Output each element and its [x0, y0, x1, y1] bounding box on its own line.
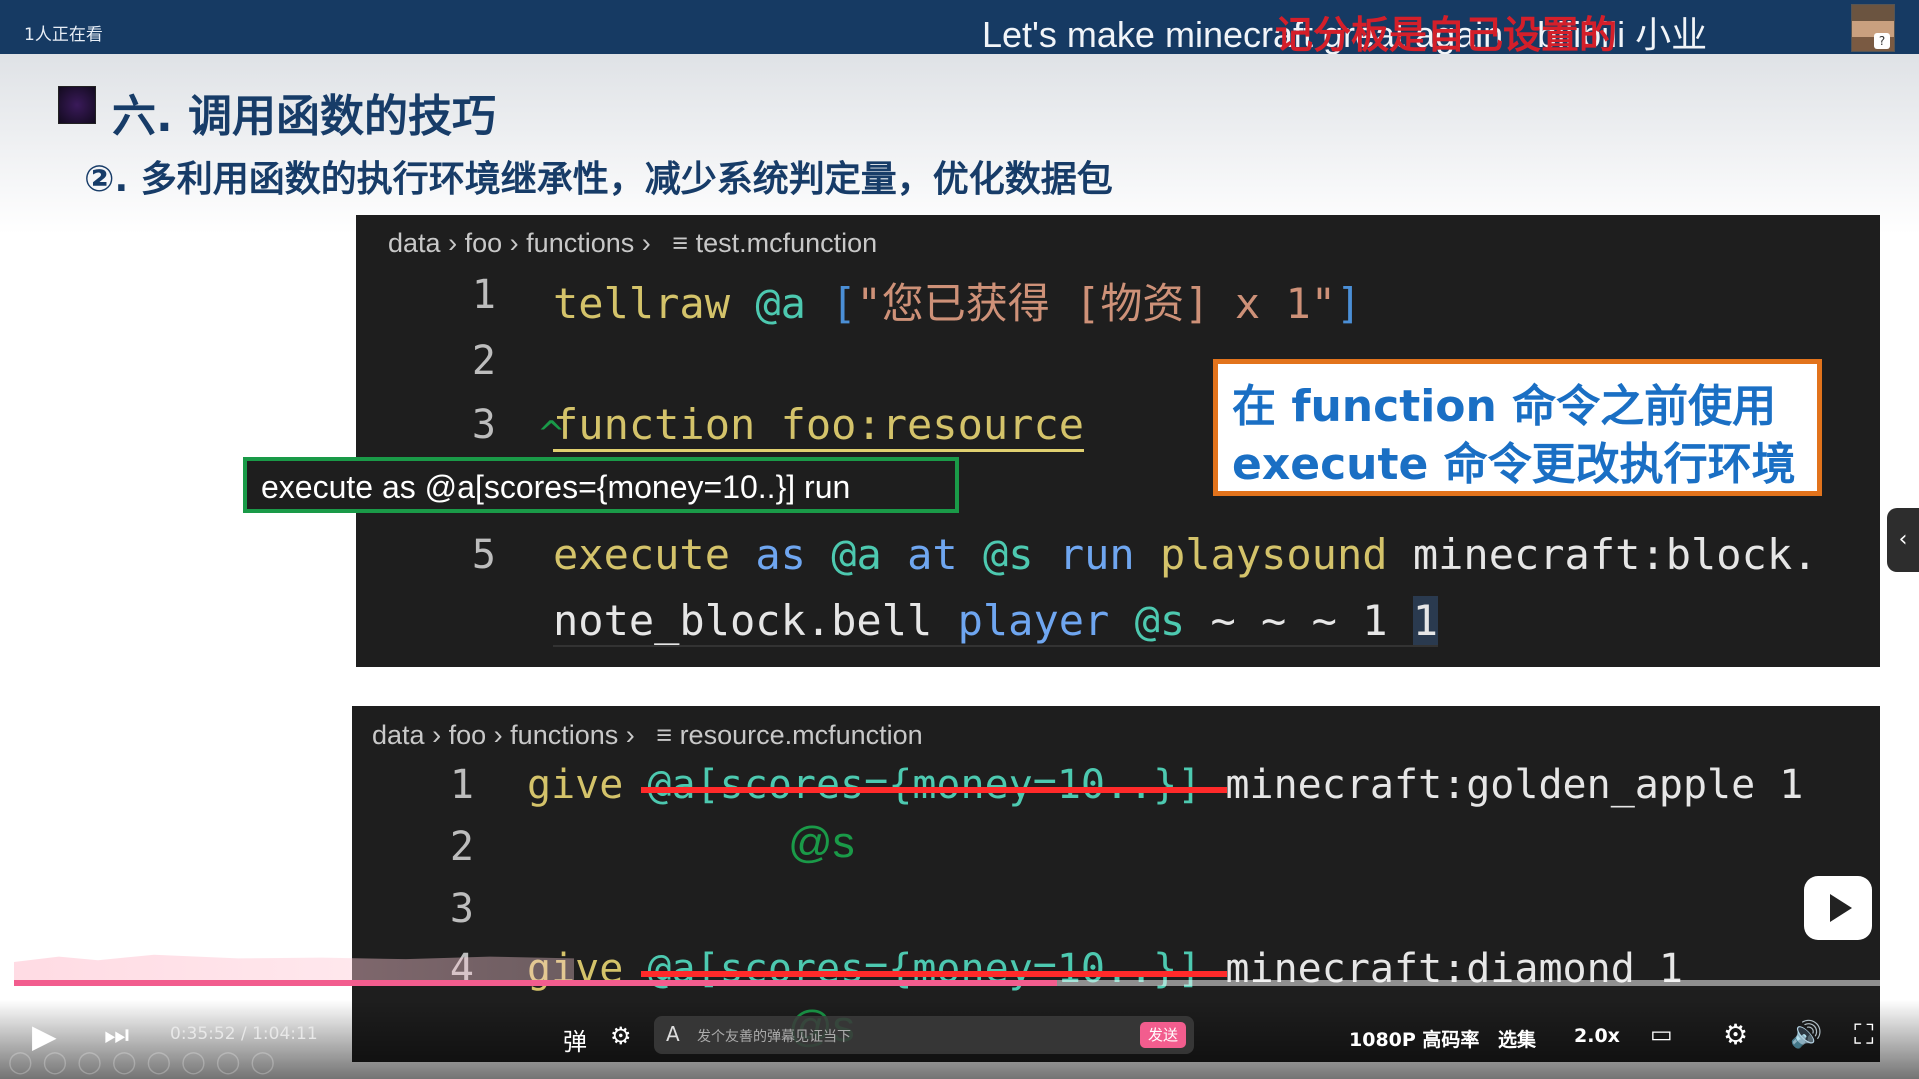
code-token: [: [831, 279, 857, 328]
code-token: "您已获得 [物资] x 1": [856, 279, 1337, 328]
time-total: 1:04:11: [252, 1024, 318, 1044]
subtitle-icon[interactable]: ▭: [1650, 1020, 1673, 1048]
code-line-wrap[interactable]: note_block.bell player @s ~ ~ ~ 1 1: [553, 596, 1439, 647]
code-token: execute: [553, 530, 731, 579]
code-token: @s: [982, 530, 1034, 579]
code-line[interactable]: execute as @a at @s run playsound minecr…: [553, 530, 1817, 579]
code-token: run: [1058, 530, 1135, 579]
gear-icon[interactable]: ⚙: [1723, 1018, 1748, 1051]
line-number: 3: [449, 886, 474, 932]
code-token: @s: [1134, 596, 1186, 645]
slide-heading: 六. 调用函数的技巧: [112, 91, 497, 142]
code-token: @a: [755, 279, 806, 328]
breadcrumb-file[interactable]: test.mcfunction: [696, 228, 878, 258]
code-token: @a[scores={money=10..}]: [647, 762, 1202, 808]
replacement-selector: @s: [788, 818, 855, 867]
line-number: 1: [471, 272, 496, 318]
line-number: 3: [471, 402, 496, 448]
chevron-right-icon: ›: [625, 720, 635, 750]
code-token: @a: [831, 530, 882, 579]
danmaku-toggle-icon[interactable]: 弹: [563, 1022, 587, 1057]
danmaku-placeholder: 发个友善的弹幕见证当下: [697, 1029, 851, 1045]
chevron-right-icon: ›: [493, 720, 503, 750]
fullscreen-icon[interactable]: ⛶: [1854, 1018, 1874, 1052]
code-token: 1: [1412, 596, 1439, 645]
code-token: ]: [1336, 279, 1362, 328]
annotation-text: execute as @a[scores={money=10..}] run: [261, 469, 851, 505]
quality-button[interactable]: 1080P 高码率: [1349, 1025, 1479, 1052]
time-current: 0:35:52: [170, 1024, 236, 1044]
play-triangle: [1830, 894, 1852, 922]
code-line[interactable]: give @a[scores={money=10..}] minecraft:g…: [527, 762, 1803, 808]
time-separator: /: [240, 1024, 247, 1044]
bullet-square-icon: [58, 86, 96, 124]
danmaku-settings-icon[interactable]: ⚙: [610, 1022, 632, 1050]
code-token: note_block.bell: [553, 596, 933, 645]
breadcrumb: data › foo › functions › ≡ test.mcfuncti…: [388, 228, 877, 259]
volume-icon[interactable]: 🔊: [1790, 1020, 1822, 1050]
episodes-button[interactable]: 选集: [1498, 1025, 1536, 1052]
callout-line: execute 命令更改执行环境: [1232, 439, 1796, 490]
breadcrumb-item[interactable]: foo: [449, 720, 487, 750]
annotation-execute-prefix: execute as @a[scores={money=10..}] run: [243, 457, 959, 513]
next-button[interactable]: ⏭: [104, 1018, 129, 1052]
help-icon: ?: [1874, 33, 1890, 49]
chevron-right-icon: ›: [432, 720, 442, 750]
code-token: function: [553, 400, 756, 449]
file-icon: ≡: [656, 720, 673, 750]
avatar[interactable]: ?: [1851, 4, 1895, 52]
code-token: playsound: [1159, 530, 1388, 579]
chevron-right-icon: ›: [509, 228, 519, 258]
code-line[interactable]: tellraw @a ["您已获得 [物资] x 1"]: [553, 270, 1361, 331]
code-token: player: [957, 596, 1110, 645]
code-token: as: [755, 530, 806, 579]
side-panel-toggle[interactable]: ‹: [1887, 508, 1919, 572]
slide-subheading: ②. 多利用函数的执行环境继承性，减少系统判定量，优化数据包: [84, 159, 1113, 200]
line-number: 1: [449, 762, 474, 808]
breadcrumb-item[interactable]: functions: [526, 228, 634, 258]
code-token: foo:resource: [780, 400, 1085, 449]
danmaku-style-icon[interactable]: A: [666, 1022, 680, 1046]
line-number: 2: [471, 338, 496, 384]
breadcrumb-item[interactable]: foo: [465, 228, 503, 258]
line-number: 5: [471, 532, 496, 578]
viewer-count: 1人正在看: [24, 25, 103, 45]
chevron-right-icon: ›: [448, 228, 458, 258]
callout-line: 在 function 命令之前使用: [1232, 381, 1777, 432]
code-token: minecraft:golden_apple 1: [1225, 762, 1804, 808]
danmaku-send-button[interactable]: 发送: [1140, 1022, 1186, 1048]
code-token: ~ ~ ~ 1: [1210, 596, 1388, 645]
strikethrough-line: [641, 971, 1227, 977]
time-display: 0:35:52 / 1:04:11: [170, 1024, 318, 1044]
breadcrumb-file[interactable]: resource.mcfunction: [680, 720, 923, 750]
speed-button[interactable]: 2.0x: [1574, 1025, 1620, 1047]
code-token: give: [527, 762, 624, 808]
annotation-callout: 在 function 命令之前使用 execute 命令更改执行环境: [1213, 359, 1822, 496]
code-token: at: [907, 530, 958, 579]
code-line[interactable]: function foo:resource: [553, 400, 1085, 452]
breadcrumb-item[interactable]: data: [388, 228, 441, 258]
breadcrumb-item[interactable]: data: [372, 720, 425, 750]
code-token: minecraft:block.: [1412, 530, 1818, 579]
faint-toolbar-icons: ◯◯◯◯◯◯◯◯: [8, 1050, 285, 1075]
chevron-right-icon: ›: [641, 228, 651, 258]
breadcrumb-item[interactable]: functions: [510, 720, 618, 750]
bilibili-play-icon[interactable]: [1804, 876, 1872, 940]
insert-caret-icon: ^: [537, 414, 566, 454]
code-token: tellraw: [553, 279, 731, 328]
strikethrough-line: [641, 787, 1227, 793]
file-icon: ≡: [672, 228, 689, 258]
line-number: 2: [449, 824, 474, 870]
progress-bar-fill: [14, 980, 1058, 986]
breadcrumb: data › foo › functions › ≡ resource.mcfu…: [372, 720, 923, 751]
danmaku-comment: 记分板是自己设置的: [1275, 13, 1618, 57]
